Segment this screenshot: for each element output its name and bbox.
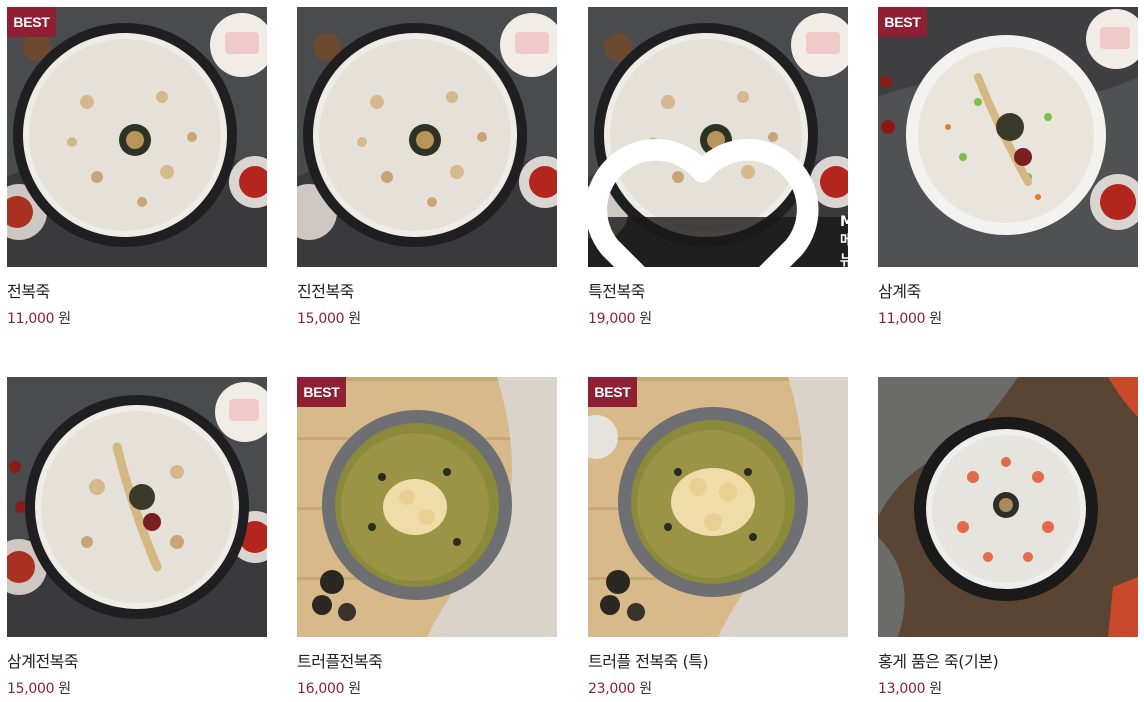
my-menu-label: MY메뉴 — [839, 214, 848, 267]
product-price: 16,000 원 — [297, 679, 557, 699]
product-price: 11,000 원 — [878, 309, 1138, 329]
best-badge: BEST — [588, 377, 637, 407]
product-price: 11,000 원 — [7, 309, 267, 329]
product-card[interactable]: 홍게 품은 죽(기본) 13,000 원 — [878, 377, 1138, 699]
price-amount: 23,000 — [588, 681, 636, 697]
best-badge: BEST — [297, 377, 346, 407]
product-price: 19,000 원 — [588, 309, 848, 329]
price-unit: 원 — [58, 681, 71, 697]
product-card[interactable]: BEST 삼계죽 11,000 원 — [878, 7, 1138, 329]
product-image[interactable] — [7, 377, 267, 637]
price-unit: 원 — [348, 681, 361, 697]
product-card[interactable]: 진전복죽 15,000 원 — [297, 7, 557, 329]
price-amount: 15,000 — [7, 681, 55, 697]
product-grid: BEST 전복죽 11,000 원 진전복죽 15,000 원 M 메뉴 특전복… — [0, 0, 1144, 702]
product-name[interactable]: 진전복죽 — [297, 281, 557, 303]
heart-icon — [588, 112, 832, 267]
price-unit: 원 — [58, 311, 71, 327]
product-price: 15,000 원 — [297, 309, 557, 329]
product-name[interactable]: 트러플 전복죽 (특) — [588, 651, 848, 673]
price-amount: 15,000 — [297, 311, 345, 327]
red-crab-porridge-photo — [878, 377, 1138, 637]
product-price: 15,000 원 — [7, 679, 267, 699]
product-image[interactable]: BEST — [7, 7, 267, 267]
product-name[interactable]: 삼계죽 — [878, 281, 1138, 303]
price-amount: 11,000 — [878, 311, 926, 327]
truffle-abalone-special-porridge-photo — [588, 377, 848, 637]
samgye-abalone-porridge-photo — [7, 377, 267, 637]
product-price: 23,000 원 — [588, 679, 848, 699]
product-image[interactable]: BEST — [297, 377, 557, 637]
best-badge: BEST — [7, 7, 56, 37]
product-name[interactable]: 홍게 품은 죽(기본) — [878, 651, 1138, 673]
abalone-porridge-photo — [297, 7, 557, 267]
samgye-porridge-photo — [878, 7, 1138, 267]
price-amount: 16,000 — [297, 681, 345, 697]
price-amount: 13,000 — [878, 681, 926, 697]
product-image[interactable] — [878, 377, 1138, 637]
product-image[interactable]: BEST — [878, 7, 1138, 267]
product-image[interactable]: BEST — [588, 377, 848, 637]
price-unit: 원 — [639, 681, 652, 697]
price-unit: 원 — [348, 311, 361, 327]
product-name[interactable]: 트러플전복죽 — [297, 651, 557, 673]
price-unit: 원 — [929, 311, 942, 327]
price-amount: 19,000 — [588, 311, 636, 327]
product-card[interactable]: BEST 트러플 전복죽 (특) 23,000 원 — [588, 377, 848, 699]
price-unit: 원 — [639, 311, 652, 327]
product-card[interactable]: 삼계전복죽 15,000 원 — [7, 377, 267, 699]
product-card[interactable]: BEST 트러플전복죽 16,000 원 — [297, 377, 557, 699]
product-price: 13,000 원 — [878, 679, 1138, 699]
product-image[interactable]: MY메뉴 — [588, 7, 848, 267]
price-unit: 원 — [929, 681, 942, 697]
product-image[interactable] — [297, 7, 557, 267]
best-badge: BEST — [878, 7, 927, 37]
product-name[interactable]: 전복죽 — [7, 281, 267, 303]
product-name[interactable]: 특전복죽 — [588, 281, 848, 303]
truffle-abalone-porridge-photo — [297, 377, 557, 637]
my-menu-button[interactable]: MY메뉴 — [588, 139, 848, 267]
product-card[interactable]: BEST 전복죽 11,000 원 — [7, 7, 267, 329]
price-amount: 11,000 — [7, 311, 55, 327]
product-name[interactable]: 삼계전복죽 — [7, 651, 267, 673]
abalone-porridge-photo — [7, 7, 267, 267]
product-card[interactable]: MY메뉴 특전복죽 19,000원 — [588, 7, 848, 329]
